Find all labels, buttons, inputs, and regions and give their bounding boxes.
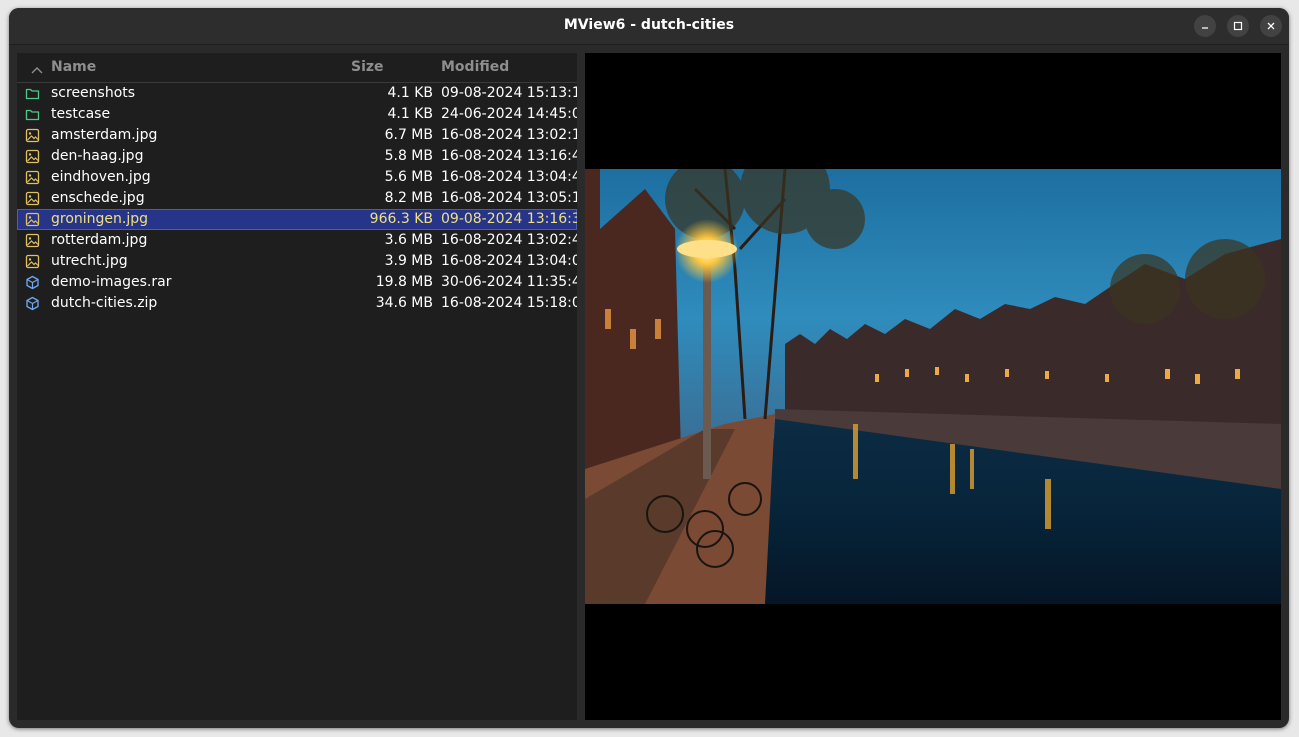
file-name: rotterdam.jpg [51,232,148,248]
image-icon [25,233,40,248]
file-row[interactable]: groningen.jpg 966.3 KB 09-08-2024 13:16:38 [17,209,590,230]
folder-icon [25,86,40,101]
file-row[interactable]: utrecht.jpg 3.9 MB 16-08-2024 13:04:08 [17,251,590,272]
file-size: 5.8 MB [384,148,433,164]
file-modified: 16-08-2024 13:04:44 [441,169,590,185]
sort-ascending-icon [31,62,43,78]
file-name: den-haag.jpg [51,148,144,164]
close-button[interactable] [1260,15,1282,37]
file-size: 3.9 MB [384,253,433,269]
file-row[interactable]: amsterdam.jpg 6.7 MB 16-08-2024 13:02:10 [17,125,590,146]
image-icon [25,170,40,185]
preview-image [585,169,1281,604]
folder-icon [25,107,40,122]
file-list-panel: Name Size Modified screenshots 4.1 KB 09-0… [17,53,590,720]
file-name: screenshots [51,85,136,101]
file-row[interactable]: testcase 4.1 KB 24-06-2024 14:45:04 [17,104,590,125]
image-icon [25,128,40,143]
minimize-button[interactable] [1194,15,1216,37]
title-bar[interactable]: MView6 - dutch-cities [9,8,1289,45]
file-modified: 16-08-2024 15:18:06 [441,295,590,311]
file-name: eindhoven.jpg [51,169,151,185]
file-modified: 09-08-2024 15:13:15 [441,85,590,101]
file-row[interactable]: dutch-cities.zip 34.6 MB 16-08-2024 15:18:… [17,293,590,314]
archive-icon [25,275,40,290]
file-modified: 16-08-2024 13:04:08 [441,253,590,269]
image-icon [25,254,40,269]
file-modified: 16-08-2024 13:05:12 [441,190,590,206]
file-row[interactable]: den-haag.jpg 5.8 MB 16-08-2024 13:16:46 [17,146,590,167]
file-name: enschede.jpg [51,190,145,206]
panel-splitter[interactable] [577,53,585,720]
file-modified: 24-06-2024 14:45:04 [441,106,590,122]
file-modified: 16-08-2024 13:02:10 [441,127,590,143]
file-name: testcase [51,106,111,122]
file-size: 19.8 MB [375,274,433,290]
file-name: dutch-cities.zip [51,295,158,311]
image-icon [25,212,40,227]
file-name: amsterdam.jpg [51,127,158,143]
minimize-icon [1200,21,1210,31]
column-header-modified[interactable]: Modified [441,59,509,75]
file-modified: 16-08-2024 13:02:42 [441,232,590,248]
file-size: 966.3 KB [369,211,433,227]
file-row[interactable]: enschede.jpg 8.2 MB 16-08-2024 13:05:12 [17,188,590,209]
file-size: 4.1 KB [387,85,434,101]
file-modified: 30-06-2024 11:35:46 [441,274,590,290]
close-icon [1266,21,1276,31]
file-size: 8.2 MB [384,190,433,206]
file-modified: 09-08-2024 13:16:38 [441,211,590,227]
image-icon [25,191,40,206]
file-size: 5.6 MB [384,169,433,185]
app-window: MView6 - dutch-cities Name Size Modified [9,8,1289,728]
file-size: 34.6 MB [375,295,433,311]
file-row[interactable]: rotterdam.jpg 3.6 MB 16-08-2024 13:02:42 [17,230,590,251]
image-icon [25,149,40,164]
column-header-size[interactable]: Size [351,59,384,75]
file-name: utrecht.jpg [51,253,128,269]
file-list-header: Name Size Modified [17,53,577,83]
file-name: demo-images.rar [51,274,172,290]
file-size: 4.1 KB [387,106,434,122]
image-viewer[interactable] [585,53,1281,720]
file-size: 3.6 MB [384,232,433,248]
column-header-name[interactable]: Name [51,59,96,75]
maximize-icon [1233,21,1243,31]
file-modified: 16-08-2024 13:16:46 [441,148,590,164]
window-title: MView6 - dutch-cities [563,17,735,33]
file-row[interactable]: eindhoven.jpg 5.6 MB 16-08-2024 13:04:44 [17,167,590,188]
archive-icon [25,296,40,311]
file-row[interactable]: demo-images.rar 19.8 MB 30-06-2024 11:35:4… [17,272,590,293]
file-name: groningen.jpg [51,211,149,227]
file-row[interactable]: screenshots 4.1 KB 09-08-2024 15:13:15 [17,83,590,104]
file-size: 6.7 MB [384,127,433,143]
maximize-button[interactable] [1227,15,1249,37]
